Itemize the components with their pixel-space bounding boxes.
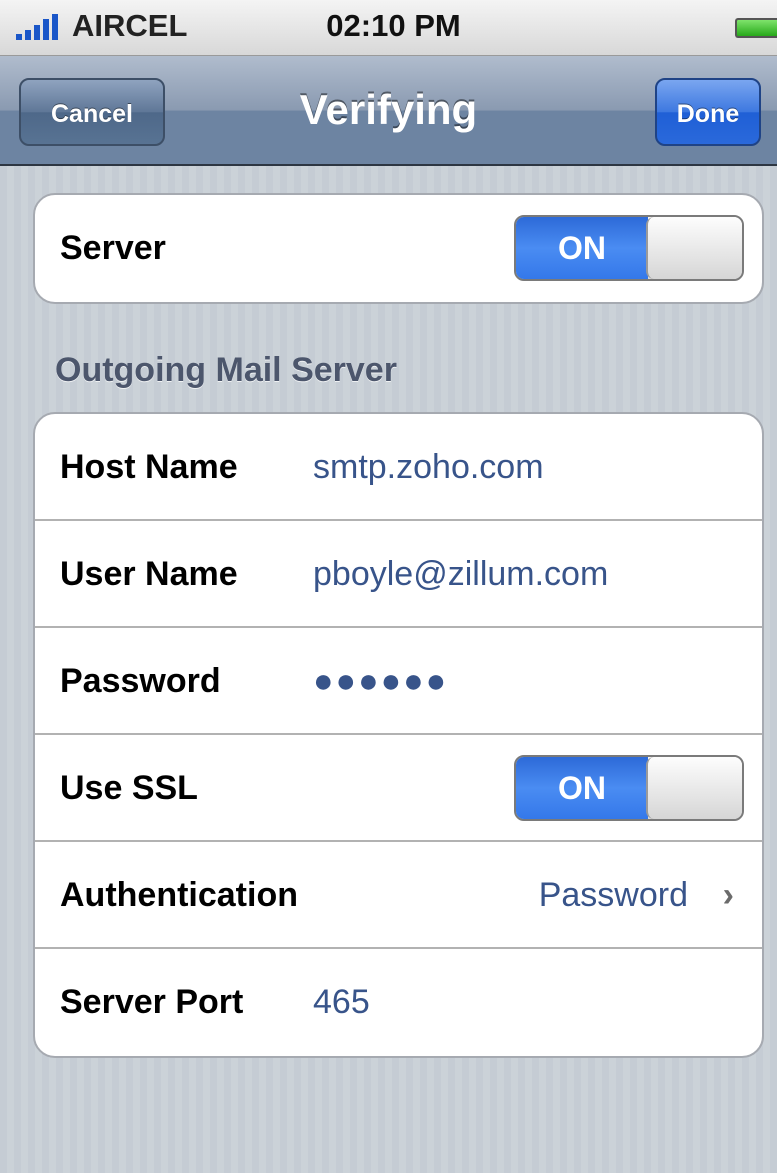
use-ssl-row: Use SSL ON: [35, 735, 762, 842]
navigation-bar: Cancel Verifying Done: [0, 56, 777, 166]
server-toggle-on-label: ON: [516, 217, 648, 279]
host-name-row[interactable]: Host Name smtp.zoho.com: [35, 414, 762, 521]
server-label: Server: [60, 229, 166, 267]
page-title: Verifying: [299, 86, 478, 133]
user-name-label: User Name: [60, 555, 238, 593]
use-ssl-toggle-knob: [646, 757, 742, 819]
password-field[interactable]: ●●●●●●: [313, 628, 448, 735]
chevron-right-icon: ›: [722, 876, 734, 914]
status-time: 02:10 PM: [326, 8, 461, 43]
authentication-label: Authentication: [60, 876, 298, 914]
status-bar: AIRCEL 02:10 PM: [0, 0, 777, 56]
server-toggle[interactable]: ON: [514, 215, 744, 281]
password-label: Password: [60, 662, 221, 700]
user-name-row[interactable]: User Name pboyle@zillum.com: [35, 521, 762, 628]
server-port-label: Server Port: [60, 983, 244, 1021]
server-port-row[interactable]: Server Port 465: [35, 949, 762, 1056]
done-button[interactable]: Done: [655, 78, 761, 146]
server-row: Server ON: [35, 195, 762, 302]
server-port-field[interactable]: 465: [313, 949, 370, 1056]
use-ssl-toggle-on-label: ON: [516, 757, 648, 819]
server-group: Server ON: [33, 193, 764, 304]
section-header-outgoing: Outgoing Mail Server: [55, 351, 397, 389]
authentication-value: Password: [538, 876, 688, 914]
use-ssl-label: Use SSL: [60, 769, 198, 807]
use-ssl-toggle[interactable]: ON: [514, 755, 744, 821]
authentication-row[interactable]: Authentication Password ›: [35, 842, 762, 949]
battery-icon: [735, 18, 777, 38]
outgoing-server-group: Host Name smtp.zoho.com User Name pboyle…: [33, 412, 764, 1058]
host-name-label: Host Name: [60, 448, 238, 486]
password-row[interactable]: Password ●●●●●●: [35, 628, 762, 735]
host-name-field[interactable]: smtp.zoho.com: [313, 414, 544, 521]
server-toggle-knob: [646, 217, 742, 279]
cancel-button[interactable]: Cancel: [19, 78, 165, 146]
user-name-field[interactable]: pboyle@zillum.com: [313, 521, 608, 628]
